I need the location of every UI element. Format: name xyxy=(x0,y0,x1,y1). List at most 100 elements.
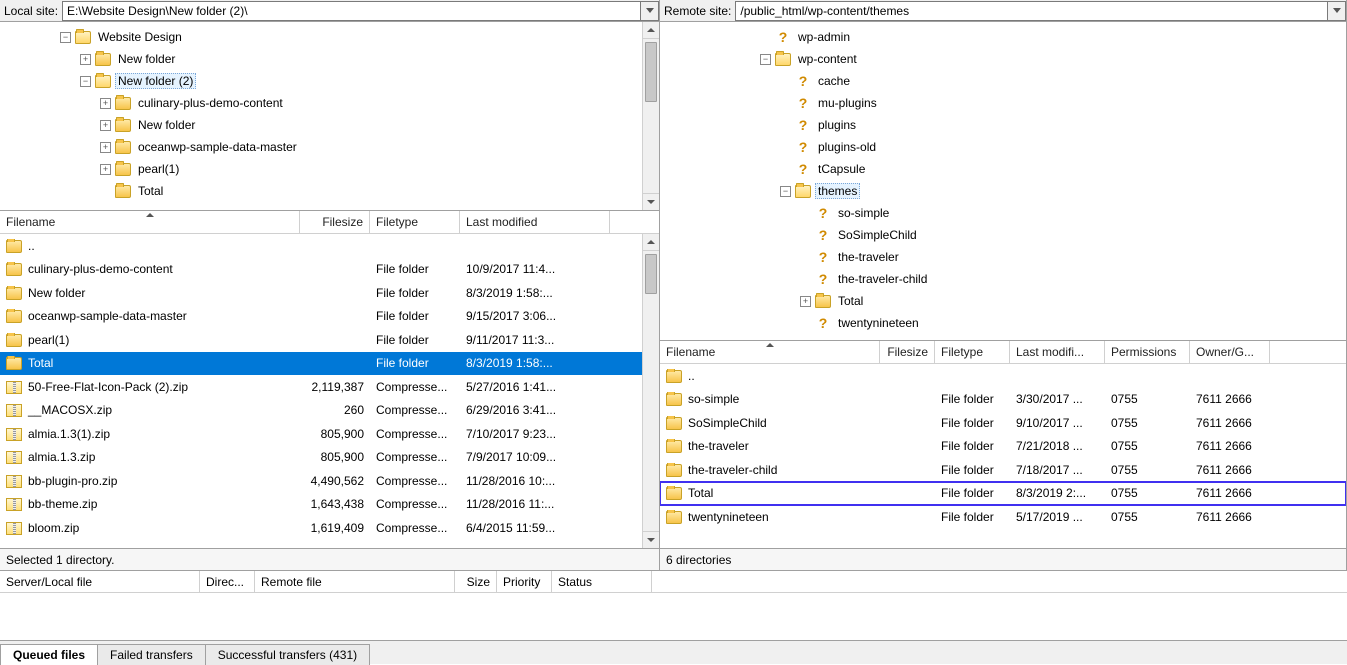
remote-file-list[interactable]: ..so-simpleFile folder3/30/2017 ...07557… xyxy=(660,364,1346,548)
scroll-thumb[interactable] xyxy=(645,254,657,294)
tree-expander[interactable]: − xyxy=(760,54,771,65)
file-row[interactable]: SoSimpleChildFile folder9/10/2017 ...075… xyxy=(660,411,1346,435)
column-header-perm[interactable]: Permissions xyxy=(1105,341,1190,363)
tree-node[interactable]: Total xyxy=(0,180,659,202)
file-row[interactable]: bb-plugin-pro.zip4,490,562Compresse...11… xyxy=(0,469,659,493)
file-row[interactable]: bloom.zip1,619,409Compresse...6/4/2015 1… xyxy=(0,516,659,540)
queue-column-header[interactable]: Size xyxy=(455,571,497,592)
file-row[interactable]: the-travelerFile folder7/21/2018 ...0755… xyxy=(660,435,1346,459)
transfer-queue-panel: Server/Local fileDirec...Remote fileSize… xyxy=(0,570,1347,664)
scroll-down-button[interactable] xyxy=(643,193,659,210)
tree-node[interactable]: +culinary-plus-demo-content xyxy=(0,92,659,114)
file-row[interactable]: oceanwp-sample-data-masterFile folder9/1… xyxy=(0,305,659,329)
column-header-owner[interactable]: Owner/G... xyxy=(1190,341,1270,363)
tree-node[interactable]: ?plugins xyxy=(660,114,1346,136)
chevron-down-icon xyxy=(646,8,654,13)
queue-column-header[interactable]: Direc... xyxy=(200,571,255,592)
tree-node[interactable]: +oceanwp-sample-data-master xyxy=(0,136,659,158)
scroll-up-button[interactable] xyxy=(643,22,659,39)
cell-name: __MACOSX.zip xyxy=(0,403,300,417)
tree-expander[interactable]: + xyxy=(100,98,111,109)
file-row[interactable]: pearl(1)File folder9/11/2017 11:3... xyxy=(0,328,659,352)
cell-name: bb-plugin-pro.zip xyxy=(0,474,300,488)
tree-node[interactable]: +pearl(1) xyxy=(0,158,659,180)
queue-body[interactable] xyxy=(0,593,1347,640)
tree-node[interactable]: ?the-traveler-child xyxy=(660,268,1346,290)
file-row[interactable]: the-traveler-childFile folder7/18/2017 .… xyxy=(660,458,1346,482)
tree-expander[interactable]: + xyxy=(100,164,111,175)
queue-column-header[interactable]: Priority xyxy=(497,571,552,592)
column-header-name[interactable]: Filename xyxy=(0,211,300,233)
tree-expander[interactable]: + xyxy=(80,54,91,65)
tree-expander xyxy=(800,252,811,263)
tree-node[interactable]: ?mu-plugins xyxy=(660,92,1346,114)
unknown-icon: ? xyxy=(795,161,811,177)
tree-expander[interactable]: + xyxy=(100,120,111,131)
file-row[interactable]: almia.1.3(1).zip805,900Compresse...7/10/… xyxy=(0,422,659,446)
remote-path-input[interactable] xyxy=(735,1,1328,21)
file-row[interactable]: New folderFile folder8/3/2019 1:58:... xyxy=(0,281,659,305)
tree-node[interactable]: +New folder xyxy=(0,48,659,70)
local-path-input[interactable] xyxy=(62,1,641,21)
column-header-size[interactable]: Filesize xyxy=(300,211,370,233)
cell-owner: 7611 2666 xyxy=(1190,392,1270,406)
queue-column-header[interactable]: Remote file xyxy=(255,571,455,592)
tree-node[interactable]: ?plugins-old xyxy=(660,136,1346,158)
file-row[interactable]: .. xyxy=(0,234,659,258)
tree-node[interactable]: −Website Design xyxy=(0,26,659,48)
file-row[interactable]: so-simpleFile folder3/30/2017 ...0755761… xyxy=(660,388,1346,412)
tree-node[interactable]: ?SoSimpleChild xyxy=(660,224,1346,246)
tree-expander[interactable]: + xyxy=(800,296,811,307)
local-list-scrollbar[interactable] xyxy=(642,234,659,548)
remote-panel: Remote site: ?wp-admin−wp-content?cache?… xyxy=(660,0,1347,570)
column-header-type[interactable]: Filetype xyxy=(370,211,460,233)
local-tree-scrollbar[interactable] xyxy=(642,22,659,210)
column-header-mod[interactable]: Last modifi... xyxy=(1010,341,1105,363)
tree-node[interactable]: −wp-content xyxy=(660,48,1346,70)
column-header-size[interactable]: Filesize xyxy=(880,341,935,363)
file-row[interactable]: TotalFile folder8/3/2019 2:...07557611 2… xyxy=(660,482,1346,506)
file-row[interactable]: bb-theme.zip1,643,438Compresse...11/28/2… xyxy=(0,493,659,517)
tree-expander[interactable]: − xyxy=(780,186,791,197)
cell-perm: 0755 xyxy=(1105,439,1190,453)
tree-expander[interactable]: − xyxy=(80,76,91,87)
tab-failed-transfers[interactable]: Failed transfers xyxy=(97,644,206,665)
file-row[interactable]: .. xyxy=(660,364,1346,388)
tree-node[interactable]: ?so-simple xyxy=(660,202,1346,224)
file-row[interactable]: almia.1.3.zip805,900Compresse...7/9/2017… xyxy=(0,446,659,470)
cell-type: File folder xyxy=(370,262,460,276)
column-header-name[interactable]: Filename xyxy=(660,341,880,363)
tree-node[interactable]: ?twentynineteen xyxy=(660,312,1346,334)
column-header-mod[interactable]: Last modified xyxy=(460,211,610,233)
tree-expander xyxy=(800,230,811,241)
local-tree[interactable]: −Website Design+New folder−New folder (2… xyxy=(0,22,659,210)
local-file-list[interactable]: ..culinary-plus-demo-contentFile folder1… xyxy=(0,234,659,548)
scroll-down-button[interactable] xyxy=(643,531,659,548)
tree-node[interactable]: −New folder (2) xyxy=(0,70,659,92)
tree-node[interactable]: ?the-traveler xyxy=(660,246,1346,268)
local-path-dropdown[interactable] xyxy=(641,1,659,21)
tree-expander[interactable]: − xyxy=(60,32,71,43)
file-row[interactable]: culinary-plus-demo-contentFile folder10/… xyxy=(0,258,659,282)
remote-tree[interactable]: ?wp-admin−wp-content?cache?mu-plugins?pl… xyxy=(660,22,1346,340)
remote-path-dropdown[interactable] xyxy=(1328,1,1346,21)
column-header-type[interactable]: Filetype xyxy=(935,341,1010,363)
scroll-up-button[interactable] xyxy=(643,234,659,251)
tree-node[interactable]: ?wp-admin xyxy=(660,26,1346,48)
file-row[interactable]: __MACOSX.zip260Compresse...6/29/2016 3:4… xyxy=(0,399,659,423)
tree-node[interactable]: ?tCapsule xyxy=(660,158,1346,180)
tree-node[interactable]: ?cache xyxy=(660,70,1346,92)
queue-column-header[interactable]: Status xyxy=(552,571,652,592)
file-row[interactable]: twentynineteenFile folder5/17/2019 ...07… xyxy=(660,505,1346,529)
tab-queued-files[interactable]: Queued files xyxy=(0,644,98,665)
tab-successful-transfers-[interactable]: Successful transfers (431) xyxy=(205,644,370,665)
folder-icon xyxy=(666,393,682,406)
file-row[interactable]: 50-Free-Flat-Icon-Pack (2).zip2,119,387C… xyxy=(0,375,659,399)
scroll-thumb[interactable] xyxy=(645,42,657,102)
tree-node[interactable]: −themes xyxy=(660,180,1346,202)
tree-expander[interactable]: + xyxy=(100,142,111,153)
tree-node[interactable]: +Total xyxy=(660,290,1346,312)
tree-node[interactable]: +New folder xyxy=(0,114,659,136)
queue-column-header[interactable]: Server/Local file xyxy=(0,571,200,592)
file-row[interactable]: TotalFile folder8/3/2019 1:58:... xyxy=(0,352,659,376)
